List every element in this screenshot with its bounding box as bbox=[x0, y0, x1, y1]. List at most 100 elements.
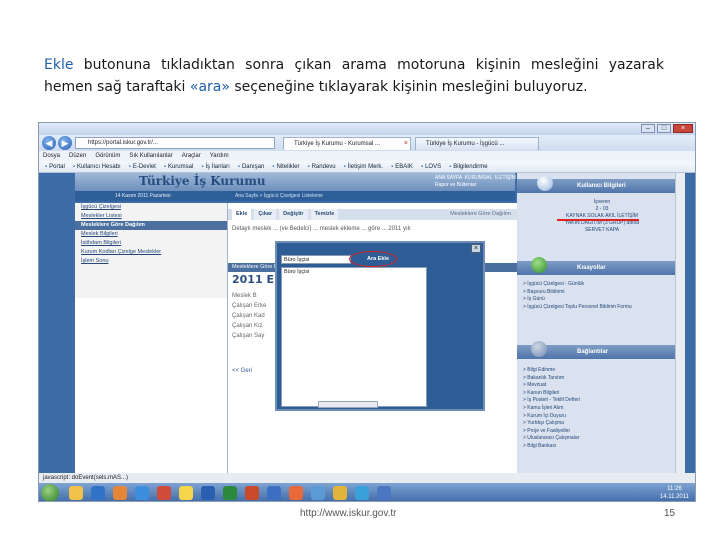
sidebar-link[interactable]: > Bakanlık Tanıtım bbox=[523, 375, 678, 383]
app-icon[interactable] bbox=[157, 486, 171, 500]
occupation-option[interactable]: Büro İşçisi bbox=[282, 268, 426, 276]
links-list: > Bilgi Edinme > Bakanlık Tanıtım > Mevz… bbox=[523, 367, 678, 451]
occupation-results-list: Büro İşçisi bbox=[281, 267, 427, 408]
browser-tab-1[interactable]: Türkiye İş Kurumu - Kurumsal ... × bbox=[283, 137, 411, 150]
sidebar-link[interactable]: > Kamu İşleri Alım bbox=[523, 405, 678, 413]
excel-icon[interactable] bbox=[223, 486, 237, 500]
ie-icon[interactable] bbox=[91, 486, 105, 500]
app-icon[interactable] bbox=[311, 486, 325, 500]
fav-link[interactable]: Danışan bbox=[238, 161, 264, 172]
app-icon[interactable] bbox=[355, 486, 369, 500]
fav-link[interactable]: E-Devlet bbox=[129, 161, 156, 172]
sidebar-link[interactable]: > İş Posteri - Teklif Defteri bbox=[523, 397, 678, 405]
left-blank-panel bbox=[75, 298, 227, 478]
maximize-icon[interactable]: □ bbox=[657, 124, 671, 133]
menu-araclar[interactable]: Araçlar bbox=[182, 151, 201, 161]
shortcut-link[interactable]: > Başvuru Bildirimi bbox=[523, 289, 678, 297]
left-navigation: İşgücü Çizelgesi Meslekler Listesi Mesle… bbox=[75, 203, 227, 298]
outlook-icon[interactable] bbox=[135, 486, 149, 500]
tab-degistir[interactable]: Değiştir bbox=[279, 209, 308, 220]
app-icon[interactable] bbox=[179, 486, 193, 500]
fav-link[interactable]: Portal bbox=[45, 161, 65, 172]
fav-link[interactable]: Randevu bbox=[307, 161, 336, 172]
fav-link[interactable]: İş İlanları bbox=[201, 161, 229, 172]
left-nav-item[interactable]: İşgücü Çizelgesi bbox=[75, 203, 227, 212]
taskbar-clock[interactable]: 11:26 14.11.2011 bbox=[660, 485, 689, 501]
left-nav-item-selected[interactable]: Mesleklere Göre Dağılım bbox=[75, 221, 227, 230]
browser-tab-2[interactable]: Türkiye İş Kurumu - İşgücü ... bbox=[415, 137, 539, 150]
app-icon[interactable] bbox=[289, 486, 303, 500]
menu-gorunum[interactable]: Görünüm bbox=[95, 151, 120, 161]
sidebar-link[interactable]: > Yurtdışı Çalışma bbox=[523, 420, 678, 428]
fav-link[interactable]: LOVS bbox=[421, 161, 441, 172]
left-nav-item[interactable]: Kurum Kodları Çizelge Meslekler bbox=[75, 248, 227, 257]
footer-url: http://www.iskur.gov.tr bbox=[300, 508, 397, 519]
fav-link[interactable]: Kurumsal bbox=[164, 161, 193, 172]
shortcut-link[interactable]: > İşgücü Çizelgesi Toplu Personel Bildir… bbox=[523, 304, 678, 312]
menu-duzen[interactable]: Düzen bbox=[69, 151, 86, 161]
address-bar[interactable]: https://portal.iskur.gov.tr/... bbox=[75, 137, 275, 149]
report-fields: Meslek B Çalışan Erke Çalışan Kad Çalışa… bbox=[232, 291, 266, 341]
left-nav-item[interactable]: Meslekler Listesi bbox=[75, 212, 227, 221]
sidebar-link[interactable]: > Proje ve Faaliyetler bbox=[523, 428, 678, 436]
shortcuts-list: > İşgücü Çizelgesi - Günlük > Başvuru Bi… bbox=[523, 281, 678, 311]
window-titlebar: – □ × bbox=[39, 123, 695, 135]
status-bar: javascript: doEvent(sels.mAS...) bbox=[39, 473, 695, 483]
menu-sik-kullanilanlar[interactable]: Sık Kullanılanlar bbox=[129, 151, 172, 161]
app-icon[interactable] bbox=[377, 486, 391, 500]
sidebar-link[interactable]: > Mevzuat bbox=[523, 382, 678, 390]
tab-cikar[interactable]: Çıkar bbox=[254, 209, 277, 220]
start-button[interactable] bbox=[41, 484, 59, 501]
media-icon[interactable] bbox=[113, 486, 127, 500]
sidebar-link[interactable]: > Uluslararası Çalışmalar bbox=[523, 435, 678, 443]
browser-tab-label: Türkiye İş Kurumu - Kurumsal ... bbox=[294, 141, 381, 147]
tab-close-icon[interactable]: × bbox=[404, 138, 408, 150]
menu-yardim[interactable]: Yardım bbox=[210, 151, 229, 161]
left-nav-item[interactable]: İşlem Sonu bbox=[75, 257, 227, 266]
fav-link[interactable]: İletişim Merk. bbox=[344, 161, 383, 172]
left-nav-item[interactable]: İstihdam Bilgileri bbox=[75, 239, 227, 248]
fav-link[interactable]: EBAIK bbox=[391, 161, 413, 172]
clock-time: 11:26 bbox=[667, 486, 682, 492]
close-icon[interactable]: × bbox=[673, 124, 693, 133]
occupation-search-popup: × Büro İşçisi Ara Ekle Büro İşçisi bbox=[275, 241, 485, 411]
app-icon[interactable] bbox=[267, 486, 281, 500]
field-label: Çalışan Kız bbox=[232, 323, 263, 329]
powerpoint-icon[interactable] bbox=[245, 486, 259, 500]
fav-link[interactable]: Nitelikler bbox=[272, 161, 299, 172]
slide-caption: Ekle butonuna tıkladıktan sonra çıkan ar… bbox=[44, 54, 664, 98]
breadcrumb[interactable]: Ana Sayfa > İşgücü Çizelgesi Listeleme bbox=[235, 191, 323, 201]
page-scrollbar[interactable] bbox=[675, 173, 685, 473]
content-body-text: Detaylı meslek ... (ve Bedelci) ... mesl… bbox=[232, 226, 411, 232]
fav-link[interactable]: Kullanıcı Hesabı bbox=[73, 161, 121, 172]
user-info-box: Kullanıcı Bilgileri İşveren 2 - 03 KAYNA… bbox=[517, 175, 685, 239]
tab-temizle[interactable]: Temizle bbox=[310, 209, 339, 220]
menu-dosya[interactable]: Dosya bbox=[43, 151, 60, 161]
word-icon[interactable] bbox=[201, 486, 215, 500]
occupation-search-input[interactable]: Büro İşçisi bbox=[281, 255, 351, 264]
menu-bar: Dosya Düzen Görünüm Sık Kullanılanlar Ar… bbox=[39, 151, 695, 161]
clock-date: 14.11.2011 bbox=[659, 494, 689, 500]
field-label: Çalışan Say bbox=[232, 333, 265, 339]
folder-icon[interactable] bbox=[69, 486, 83, 500]
left-nav-item[interactable]: Meslek Bilgileri bbox=[75, 230, 227, 239]
back-icon[interactable]: ◀ bbox=[42, 136, 56, 150]
forward-icon[interactable]: ▶ bbox=[58, 136, 72, 150]
shortcut-link[interactable]: > İş Günü bbox=[523, 296, 678, 304]
minimize-icon[interactable]: – bbox=[641, 124, 655, 133]
field-label: Meslek B bbox=[232, 293, 257, 299]
popup-close-icon[interactable]: × bbox=[471, 244, 481, 253]
sidebar-link[interactable]: > Bilgi Bankası bbox=[523, 443, 678, 451]
windows-taskbar: 11:26 14.11.2011 bbox=[39, 483, 695, 501]
user-info-text: İşveren 2 - 03 KAYNAK SOLAK AKIL İLETİŞİ… bbox=[564, 199, 640, 233]
list-scrollbar[interactable] bbox=[318, 401, 378, 408]
field-label: Çalışan Kad bbox=[232, 313, 265, 319]
back-link[interactable]: << Geri bbox=[232, 368, 252, 374]
sidebar-link[interactable]: > Kurum İçi Duyuru bbox=[523, 413, 678, 421]
tab-ekle[interactable]: Ekle bbox=[232, 209, 252, 220]
app-icon[interactable] bbox=[333, 486, 347, 500]
fav-link[interactable]: Bilgilendirme bbox=[449, 161, 487, 172]
shortcut-link[interactable]: > İşgücü Çizelgesi - Günlük bbox=[523, 281, 678, 289]
browser-screenshot: – □ × ◀ ▶ https://portal.iskur.gov.tr/..… bbox=[38, 122, 696, 502]
sidebar-link[interactable]: > Bilgi Edinme bbox=[523, 367, 678, 375]
